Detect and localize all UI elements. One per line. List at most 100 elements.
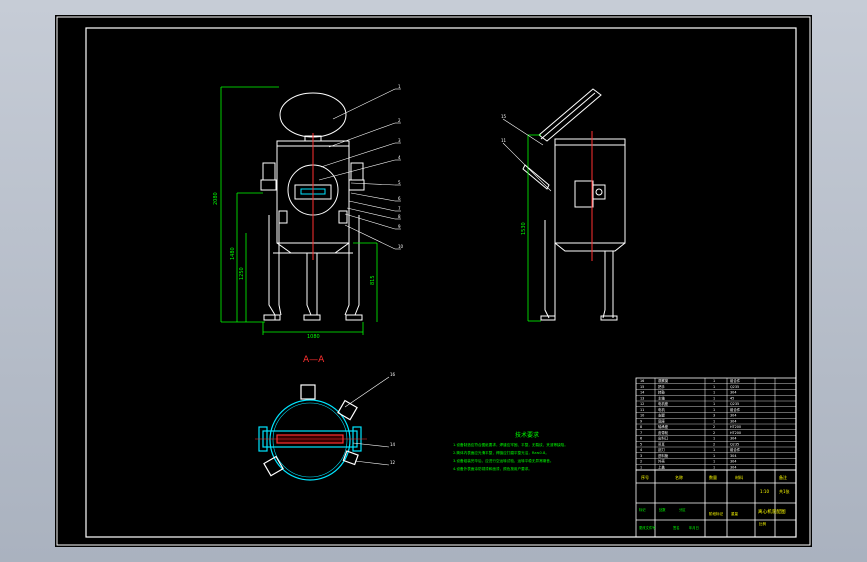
part-number-1: 1 [398, 84, 401, 89]
note-line-4: 4.设备外表面涂防锈漆和面漆，颜色按用户要求。 [453, 466, 532, 471]
bom-cell-1-0: 1 [640, 465, 642, 469]
bom-cell-1-2: 1 [713, 465, 715, 469]
part-number-7: 7 [398, 206, 401, 211]
bom-cell-6-2: 1 [713, 437, 715, 441]
leader-line-5 [350, 182, 396, 186]
rev-count: 处数 [659, 507, 666, 512]
dim-body-height: 1480 [230, 247, 236, 260]
notes-heading: 技术要求 [515, 431, 539, 439]
left-bracket [278, 210, 288, 224]
rev-zone: 分区 [679, 507, 686, 512]
side-view [522, 88, 626, 321]
bom-cell-6-0: 6 [640, 437, 642, 441]
bom-cell-9-3: 304 [730, 419, 736, 423]
side-motor-box [592, 184, 606, 200]
note-line-1: 1.设备制造应符合图纸要求，焊缝应牢固、平整，无裂纹、夹渣等缺陷。 [453, 442, 568, 447]
bom-cell-4-3: 组合件 [730, 447, 741, 452]
bom-cell-15-3: Q235 [730, 385, 739, 389]
bom-cell-10-3: 304 [730, 414, 736, 418]
bom-cell-10-1: 支腿 [658, 413, 665, 418]
side-part-number-11: 11 [501, 138, 507, 143]
plan-part-number-16: 16 [390, 372, 396, 377]
leader-line-7 [348, 200, 396, 212]
dim-mid-height: 815 [370, 275, 376, 285]
bom-table: 16 观察窗 1 组合件15 把手 1 Q23514 转鼓 1 30413 主轴 1 4512 电机座 1 Q… [635, 377, 797, 471]
plan-part-number-14: 14 [390, 442, 396, 447]
side-lid-edge [540, 92, 596, 140]
bom-cell-7-1: 皮带轮 [658, 430, 669, 435]
dim-total-height: 2080 [213, 192, 219, 205]
bom-cell-16-2: 1 [713, 379, 715, 383]
side-motor-hub [595, 188, 603, 196]
side-body [554, 138, 626, 244]
plan-right-lug [337, 399, 358, 421]
side-leaders: 1511 [501, 114, 552, 192]
bom-cell-9-0: 9 [640, 419, 642, 423]
rev-mark: 标记 [639, 507, 646, 512]
side-leg-right [602, 251, 614, 319]
leg-left [268, 215, 282, 320]
cad-viewport: 2080 1480 1250 815 1080 1 2 3 4 5 6 7 8 9 10 A—A [0, 0, 867, 562]
leg-right [344, 215, 360, 316]
bom-cell-5-1: 吊耳 [658, 442, 665, 446]
leader-line-2 [328, 122, 396, 148]
bom-cell-14-3: 304 [730, 391, 736, 395]
title-block [635, 469, 797, 538]
bom-cell-13-0: 13 [640, 396, 644, 400]
bom-cell-6-1: 出料口 [658, 436, 668, 441]
stage-mark: 阶段标记 [709, 511, 723, 516]
side-motor [574, 180, 594, 208]
bom-cell-8-3: HT200 [730, 425, 741, 429]
bom-cell-14-1: 转鼓 [658, 390, 665, 395]
title-header-mat: 材料 [735, 474, 743, 480]
part-number-9: 9 [398, 224, 401, 229]
title-header-no: 序号 [641, 474, 649, 480]
plan-top-lug [300, 384, 316, 400]
part-number-5: 5 [398, 180, 401, 185]
bom-cell-7-2: 2 [713, 431, 715, 435]
dim-side-height: 1530 [521, 222, 527, 235]
bom-cell-9-1: 底座 [658, 418, 665, 423]
leader-line-6 [350, 192, 396, 202]
bom-cell-8-2: 2 [713, 425, 715, 429]
bom-cell-7-3: HT200 [730, 431, 741, 435]
side-leader-line-11 [502, 142, 552, 192]
foot-mid [303, 314, 321, 321]
part-number-2: 2 [398, 118, 401, 123]
part-number-4: 4 [398, 155, 401, 160]
bom-cell-12-2: 1 [713, 402, 715, 406]
side-leg-left [544, 220, 556, 319]
bom-cell-1-3: 304 [730, 465, 736, 469]
rev-date: 年月日 [689, 525, 699, 530]
bom-cell-11-2: 1 [713, 408, 715, 412]
rev-doc: 更改文件号 [639, 525, 656, 530]
plan-leader-line-12 [354, 460, 390, 466]
weight-label: 重量 [731, 511, 739, 516]
bom-cell-4-1: 刮刀 [658, 447, 665, 452]
title-header-name: 名称 [675, 474, 683, 480]
front-leaders: 1 2 3 4 5 6 7 8 9 10 [318, 84, 404, 250]
bom-cell-1-1: 上盖 [658, 464, 665, 469]
foot-right [345, 314, 363, 321]
bom-cell-16-1: 观察窗 [658, 378, 669, 383]
bom-cell-14-0: 14 [640, 391, 644, 395]
bom-cell-16-3: 组合件 [730, 378, 741, 383]
plan-leader-line-14 [352, 442, 390, 448]
dim-width: 1080 [307, 334, 320, 340]
foot-left [263, 314, 281, 321]
bom-cell-3-3: 304 [730, 454, 736, 458]
part-number-10: 10 [398, 244, 404, 249]
bom-cell-8-0: 8 [640, 425, 642, 429]
bom-cell-4-2: 1 [713, 448, 715, 452]
bom-cell-13-3: 45 [730, 396, 734, 400]
drawing-title: 离心机装配图 [758, 508, 786, 515]
plan-leader-line-16 [344, 376, 390, 408]
title-header-qty: 数量 [709, 474, 717, 480]
leader-line-9 [344, 213, 396, 230]
assembly-drawing: 2080 1480 1250 815 1080 12345678910 A—A [56, 16, 811, 546]
bom-cell-10-2: 3 [713, 414, 715, 418]
plan-part-number-12: 12 [390, 460, 396, 465]
drawing-border [85, 27, 797, 538]
sheet-label: 共1张 [779, 488, 790, 494]
bom-cell-10-0: 10 [640, 414, 644, 418]
